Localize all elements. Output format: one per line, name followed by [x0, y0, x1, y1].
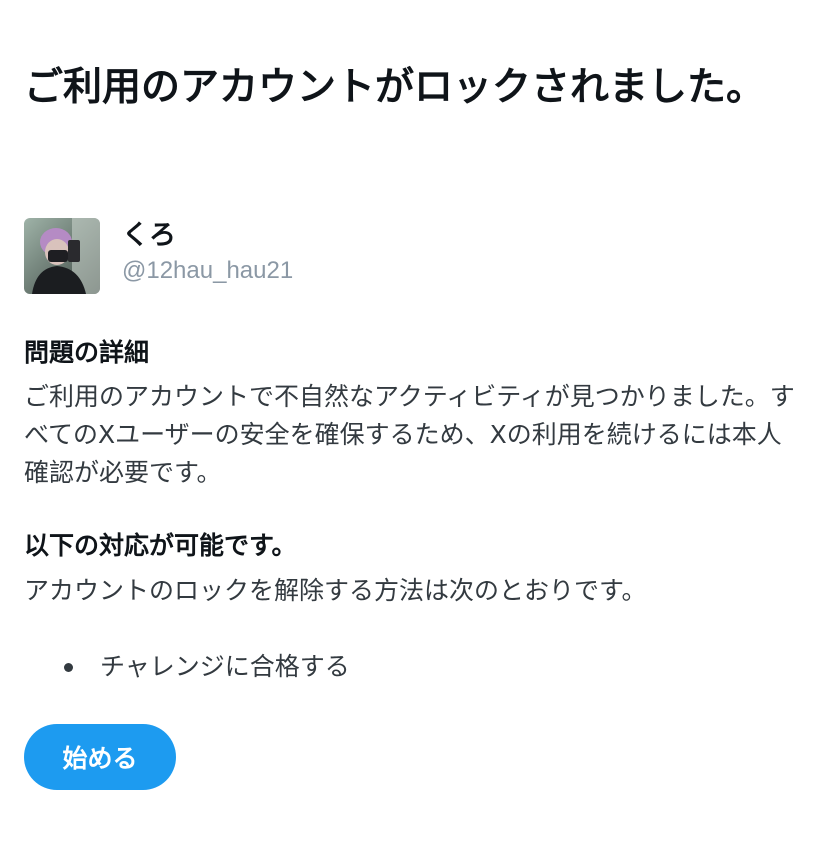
unlock-methods-list: チャレンジに合格する — [24, 648, 350, 686]
details-text: ご利用のアカウントで不自然なアクティビティが見つかりました。すべてのXユーザーの… — [24, 382, 795, 487]
list-item: チャレンジに合格する — [24, 648, 350, 686]
account-names: くろ @12hau_hau21 — [122, 218, 293, 286]
start-button[interactable]: 始める — [24, 724, 176, 790]
bullet-icon — [64, 662, 73, 672]
account-locked-page: ご利用のアカウントがロックされました。 くろ @12hau_hau21 問題の詳… — [24, 0, 804, 790]
avatar — [24, 218, 100, 294]
page-title: ご利用のアカウントがロックされました。 — [24, 65, 766, 110]
account-handle: @12hau_hau21 — [122, 257, 294, 284]
details-heading: 問題の詳細 — [24, 338, 150, 367]
options-text: アカウントのロックを解除する方法は次のとおりです。 — [24, 576, 647, 605]
list-item-label: チャレンジに合格する — [100, 652, 350, 681]
display-name: くろ — [122, 220, 176, 251]
options-heading: 以下の対応が可能です。 — [24, 531, 297, 560]
account-profile: くろ @12hau_hau21 — [24, 218, 293, 294]
